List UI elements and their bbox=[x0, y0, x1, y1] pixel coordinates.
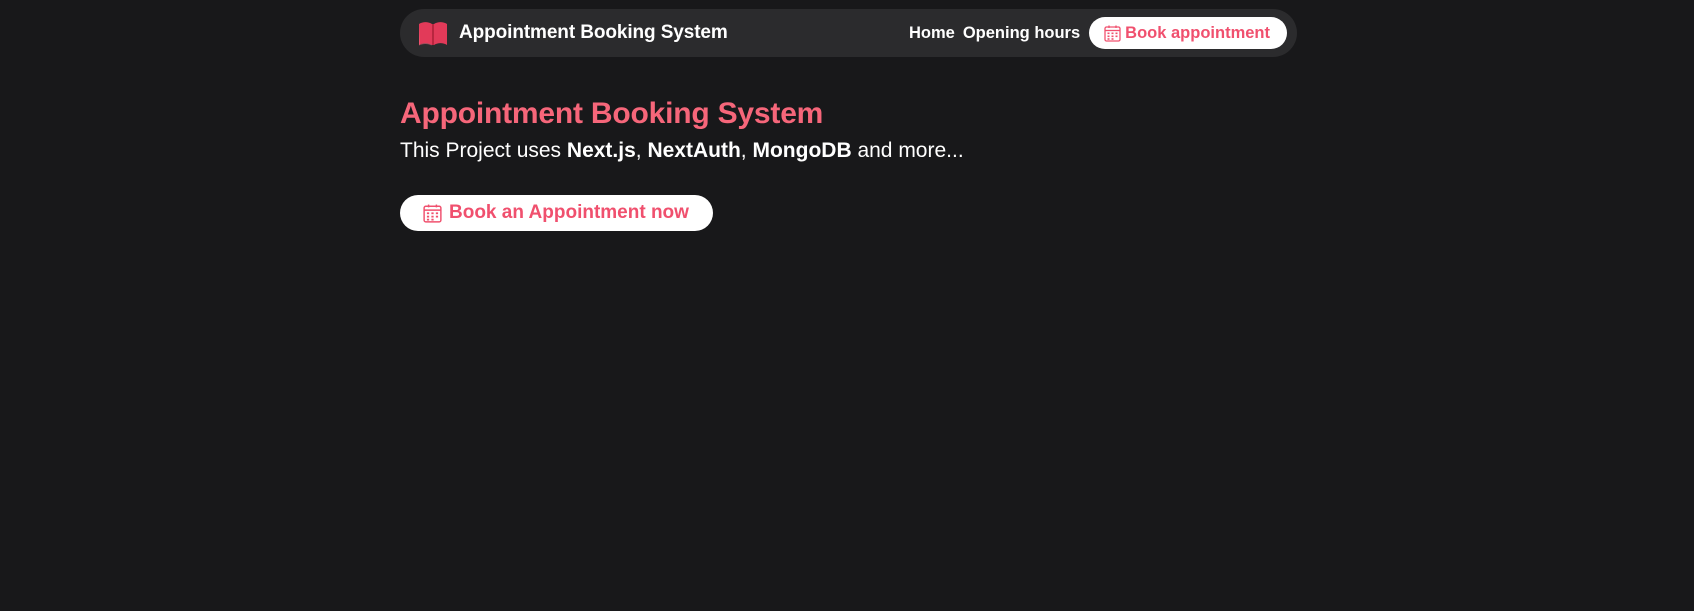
book-appointment-button[interactable]: Book appointment bbox=[1089, 17, 1287, 49]
book-now-label: Book an Appointment now bbox=[449, 202, 689, 223]
brand-link[interactable]: Appointment Booking System bbox=[418, 20, 728, 46]
top-navbar: Appointment Booking System Home Opening … bbox=[400, 9, 1297, 57]
description-separator: , bbox=[740, 139, 753, 162]
nav-link-opening-hours[interactable]: Opening hours bbox=[963, 20, 1080, 47]
book-icon bbox=[419, 22, 447, 46]
tech-nextjs: Next.js bbox=[566, 139, 636, 162]
description-suffix: and more... bbox=[851, 139, 964, 162]
brand-title: Appointment Booking System bbox=[459, 22, 728, 43]
tech-mongodb: MongoDB bbox=[752, 139, 852, 162]
calendar-icon bbox=[1104, 25, 1121, 42]
page-container: Appointment Booking System Home Opening … bbox=[400, 9, 1297, 231]
description-prefix: This Project uses bbox=[400, 139, 567, 162]
book-appointment-label: Book appointment bbox=[1125, 23, 1270, 42]
nav-links: Home Opening hours Book appointment bbox=[909, 17, 1287, 49]
calendar-icon bbox=[423, 204, 442, 223]
description-separator: , bbox=[635, 139, 648, 162]
nav-link-home[interactable]: Home bbox=[909, 20, 955, 47]
page-title: Appointment Booking System bbox=[400, 97, 824, 130]
book-now-button[interactable]: Book an Appointment now bbox=[400, 195, 713, 231]
project-description: This Project uses Next.js, NextAuth, Mon… bbox=[400, 136, 1297, 166]
hero-section: Appointment Booking System This Project … bbox=[400, 96, 1297, 231]
tech-nextauth: NextAuth bbox=[647, 139, 741, 162]
